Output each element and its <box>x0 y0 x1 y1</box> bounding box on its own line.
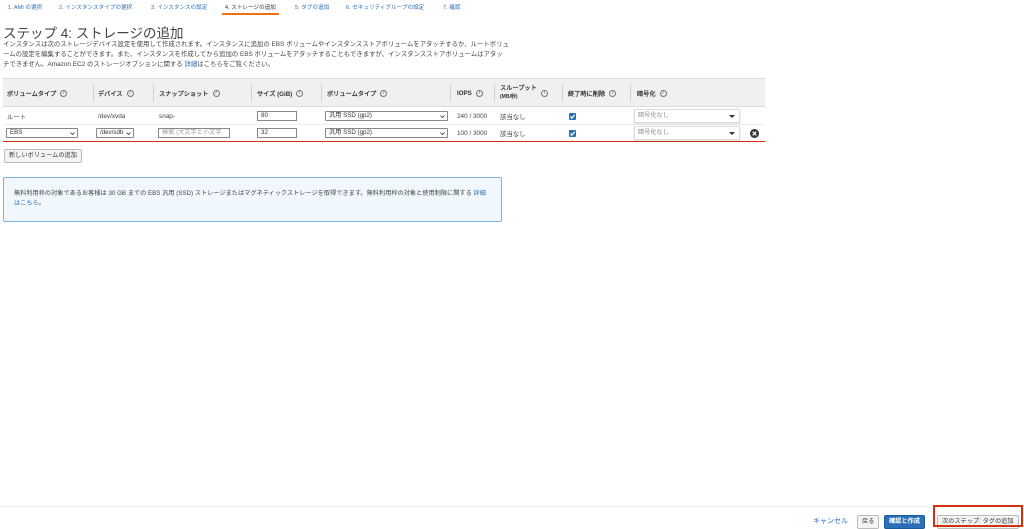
tab-instance-type[interactable]: 2. インスタンスタイプの選択 <box>56 2 135 15</box>
header-volume-kind: ボリュームタイプ i <box>327 79 388 107</box>
device-cell: /dev/xvda <box>98 113 126 120</box>
snapshot-cell: snap- <box>159 113 175 120</box>
info-icon[interactable]: i <box>659 89 667 97</box>
header-encryption: 暗号化 i <box>637 79 667 107</box>
tab-add-tags[interactable]: 5. タグの追加 <box>292 2 332 15</box>
header-throughput: スループット (MB/秒) i <box>500 79 548 107</box>
tab-ami[interactable]: 1. AMI の選択 <box>5 2 45 15</box>
details-link[interactable]: 詳細 <box>184 61 197 68</box>
iops-cell: 100 / 3000 <box>457 130 488 137</box>
encryption-dropdown[interactable]: 暗号化なし <box>634 126 740 140</box>
check-icon <box>569 114 576 120</box>
chevron-down-icon <box>440 115 445 119</box>
table-row: EBS /dev/sdb 検索 (大文字と小文字 32 汎用 SSD (gp2)… <box>3 125 765 142</box>
size-input[interactable]: 32 <box>257 128 297 138</box>
info-icon[interactable]: i <box>609 89 617 97</box>
info-icon[interactable]: i <box>475 89 483 97</box>
header-size: サイズ (GiB) i <box>257 79 304 107</box>
add-volume-button[interactable]: 新しいボリュームの追加 <box>4 149 82 163</box>
info-icon[interactable]: i <box>212 89 220 97</box>
check-icon <box>569 131 576 137</box>
info-icon[interactable]: i <box>60 89 68 97</box>
chevron-down-icon <box>126 132 131 136</box>
device-select[interactable]: /dev/sdb <box>96 128 134 138</box>
info-icon[interactable]: i <box>540 89 548 97</box>
volume-kind-select[interactable]: 汎用 SSD (gp2) <box>325 128 448 138</box>
wizard-footer: キャンセル 戻る 確認と作成 次のステップ: タグの追加 <box>0 506 1024 529</box>
wizard-tabs: 1. AMI の選択 2. インスタンスタイプの選択 3. インスタンスの設定 … <box>0 0 1024 16</box>
chevron-down-icon <box>70 132 75 136</box>
info-icon[interactable]: i <box>380 89 388 97</box>
back-button[interactable]: 戻る <box>857 515 880 529</box>
header-iops: IOPS i <box>457 79 483 107</box>
tab-review[interactable]: 7. 確認 <box>440 2 463 15</box>
size-input[interactable]: 80 <box>257 111 297 121</box>
info-icon[interactable]: i <box>296 89 304 97</box>
tab-add-storage[interactable]: 4. ストレージの追加 <box>222 2 279 15</box>
remove-volume-icon[interactable] <box>750 129 759 138</box>
header-snapshot: スナップショット i <box>159 79 220 107</box>
delete-on-termination-checkbox[interactable] <box>569 130 576 137</box>
info-icon[interactable]: i <box>126 89 134 97</box>
header-device: デバイス i <box>98 79 134 107</box>
volume-type-cell: ルート <box>7 114 27 121</box>
table-header: ボリュームタイプ i デバイス i スナップショット i サイズ (GiB) i ボリュ… <box>3 78 765 107</box>
header-delete-on-termination: 終了時に削除 i <box>568 79 617 107</box>
header-volume-type: ボリュームタイプ i <box>7 79 68 107</box>
chevron-down-icon <box>440 132 445 136</box>
volume-type-select[interactable]: EBS <box>6 128 78 138</box>
review-and-launch-button[interactable]: 確認と作成 <box>884 515 925 529</box>
iops-cell: 240 / 3000 <box>457 113 488 120</box>
caret-down-icon <box>729 132 735 135</box>
delete-on-termination-checkbox[interactable] <box>569 113 576 120</box>
table-row: ルート /dev/xvda snap- 80 汎用 SSD (gp2) 240 … <box>3 108 765 125</box>
cancel-button[interactable]: キャンセル <box>813 515 848 529</box>
highlight-box <box>933 505 1023 527</box>
throughput-cell: 該当なし <box>500 131 526 138</box>
page-title: ステップ 4: ストレージの追加 <box>3 26 184 41</box>
tab-configure-instance[interactable]: 3. インスタンスの設定 <box>148 2 210 15</box>
tab-security-group[interactable]: 6. セキュリティグループの設定 <box>343 2 427 15</box>
page-description: インスタンスは次のストレージデバイス設定を使用して作成されます。インスタンスに追… <box>3 41 509 68</box>
encryption-dropdown[interactable]: 暗号化なし <box>634 109 740 123</box>
volume-kind-select[interactable]: 汎用 SSD (gp2) <box>325 111 448 121</box>
free-tier-notice: 無料利用枠の対象であるお客様は 30 GB までの EBS 汎用 (SSD) ス… <box>3 177 502 222</box>
throughput-cell: 該当なし <box>500 114 526 121</box>
caret-down-icon <box>729 115 735 118</box>
snapshot-search-input[interactable]: 検索 (大文字と小文字 <box>158 128 230 138</box>
